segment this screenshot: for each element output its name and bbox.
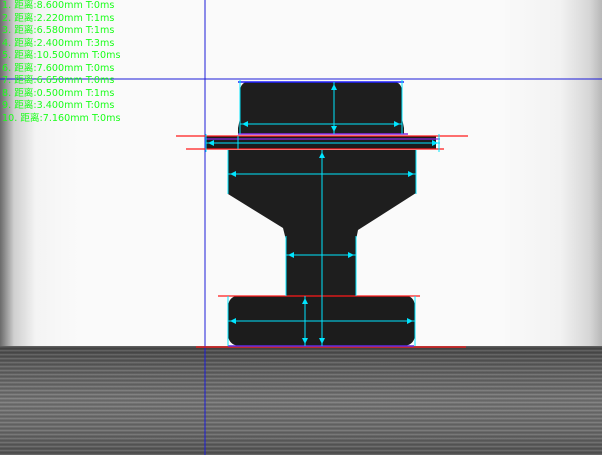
measurement-row: 5. 距离:10.500mm T:0ms bbox=[2, 50, 121, 61]
workpiece-top-cap bbox=[238, 82, 404, 134]
inspection-viewport[interactable]: 1. 距离:8.600mm T:0ms 2. 距离:2.220mm T:1ms … bbox=[0, 0, 602, 455]
measurement-row: 2. 距离:2.220mm T:1ms bbox=[2, 12, 115, 24]
measurement-readout: 1. 距离:8.600mm T:0ms 2. 距离:2.220mm T:1ms … bbox=[2, 0, 120, 125]
measurement-row: 6. 距离:7.600mm T:0ms bbox=[2, 62, 115, 74]
measurement-row: 7. 距离:6.650mm T:0ms bbox=[2, 75, 115, 86]
measurement-row: 10. 距离:7.160mm T:0ms bbox=[2, 112, 121, 124]
measurement-row: 9. 距离:3.400mm T:0ms bbox=[2, 100, 115, 111]
measurement-row: 3. 距离:6.580mm T:1ms bbox=[2, 25, 115, 36]
measurement-row: 1. 距离:8.600mm T:0ms bbox=[2, 0, 115, 11]
measurement-row: 4. 距离:2.400mm T:3ms bbox=[2, 37, 115, 49]
measurement-row: 8. 距离:0.500mm T:1ms bbox=[2, 87, 115, 99]
